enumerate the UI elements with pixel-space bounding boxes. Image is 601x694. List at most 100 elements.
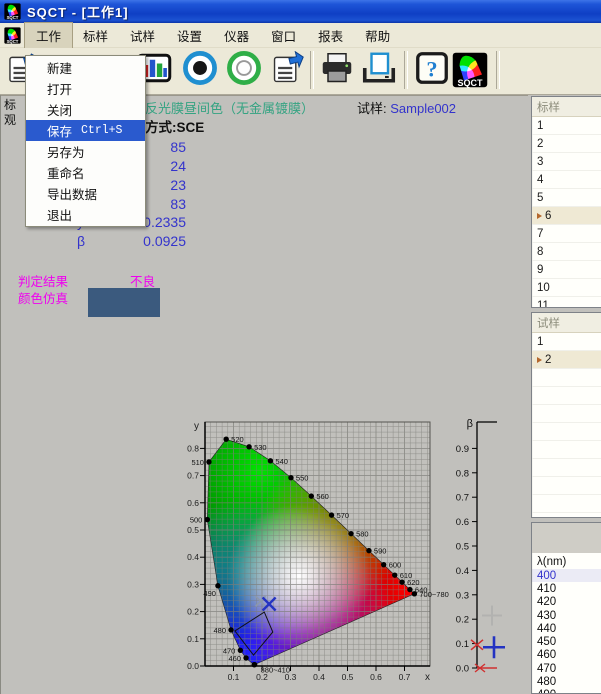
list-item[interactable]: 3 xyxy=(532,153,601,171)
color-simulation-swatch xyxy=(88,288,160,317)
child-window-icon[interactable]: SQCT xyxy=(4,27,21,44)
row-number: 1 xyxy=(537,120,543,132)
wavelength-row[interactable]: 440 xyxy=(532,622,601,635)
svg-text:0.3: 0.3 xyxy=(187,579,199,589)
empty-row xyxy=(532,369,601,387)
print-preview-button[interactable] xyxy=(358,49,400,91)
wavelength-header: λ(nm) xyxy=(532,556,601,568)
empty-row xyxy=(532,495,601,513)
standard-sample-list[interactable]: 标样1234567891011 xyxy=(531,96,601,308)
svg-text:SQCT: SQCT xyxy=(7,38,19,43)
list-item[interactable]: 1 xyxy=(532,333,601,351)
svg-text:0.1: 0.1 xyxy=(456,639,469,650)
svg-text:0.6: 0.6 xyxy=(370,672,382,682)
file-menu-item-0[interactable]: 新建 xyxy=(26,57,145,78)
menubar: SQCT 工作标样试样设置仪器窗口报表帮助 xyxy=(0,23,601,48)
menu-item-7[interactable]: 帮助 xyxy=(354,23,401,48)
wavelength-row[interactable]: 430 xyxy=(532,609,601,622)
toolbar-separator xyxy=(310,51,314,89)
svg-text:480: 480 xyxy=(214,626,227,635)
svg-text:0.7: 0.7 xyxy=(399,672,411,682)
svg-text:0.7: 0.7 xyxy=(456,493,469,504)
file-menu-item-label: 重命名 xyxy=(47,163,85,182)
menu-item-2[interactable]: 试样 xyxy=(119,23,166,48)
list-item[interactable]: 8 xyxy=(532,243,601,261)
list-item[interactable]: 7 xyxy=(532,225,601,243)
content-left-edge xyxy=(0,95,3,694)
svg-text:550: 550 xyxy=(296,474,309,483)
trial-sample-list[interactable]: 试样12 xyxy=(531,312,601,518)
svg-text:500: 500 xyxy=(190,516,203,525)
list-item[interactable]: 9 xyxy=(532,261,601,279)
measure-sample-button[interactable] xyxy=(223,49,265,91)
svg-text:520: 520 xyxy=(231,435,244,444)
print-button[interactable] xyxy=(316,49,358,91)
svg-text:510: 510 xyxy=(191,458,204,467)
chromaticity-svg: 0.00.10.20.30.40.50.60.70.80.10.20.30.40… xyxy=(185,410,530,694)
wavelength-row[interactable]: 460 xyxy=(532,649,601,662)
report-export-button[interactable] xyxy=(267,49,309,91)
list-item[interactable]: 11 xyxy=(532,297,601,308)
wavelength-row[interactable]: 450 xyxy=(532,635,601,648)
row-number: 8 xyxy=(537,246,543,258)
file-menu-item-7[interactable]: 退出 xyxy=(26,204,145,225)
svg-text:590: 590 xyxy=(374,547,387,556)
help-button[interactable]: ? xyxy=(411,49,453,91)
wavelength-row[interactable]: 410 xyxy=(532,582,601,595)
wavelength-list[interactable]: λ(nm)400410420430440450460470480490 xyxy=(531,522,601,694)
wavelength-panel-top xyxy=(532,523,601,553)
svg-text:560: 560 xyxy=(316,492,329,501)
svg-text:SQCT: SQCT xyxy=(457,78,483,88)
sqct-logo-button[interactable]: SQCT xyxy=(449,49,491,91)
menu-item-4[interactable]: 仪器 xyxy=(213,23,260,48)
svg-text:0.1: 0.1 xyxy=(187,634,199,644)
file-menu-item-label: 保存 xyxy=(47,121,72,140)
wavelength-row[interactable]: 420 xyxy=(532,596,601,609)
row-number: 4 xyxy=(537,174,543,186)
file-menu-item-6[interactable]: 导出数据 xyxy=(26,183,145,204)
list-item[interactable]: 10 xyxy=(532,279,601,297)
color-simulation-label: 颜色仿真 xyxy=(18,288,68,307)
empty-row xyxy=(532,405,601,423)
toolbar-separator xyxy=(496,51,500,89)
file-menu-item-3[interactable]: 保存Ctrl+S xyxy=(26,120,145,141)
measure-mode-label: 方式:SCE xyxy=(145,116,204,136)
panel-header: 试样 xyxy=(532,313,601,333)
wavelength-row[interactable]: 490 xyxy=(532,689,601,694)
chromaticity-chart: 0.00.10.20.30.40.50.60.70.80.10.20.30.40… xyxy=(185,410,530,694)
list-item[interactable]: 2 xyxy=(532,351,601,369)
menu-file[interactable]: 工作 xyxy=(25,23,72,48)
svg-text:0.4: 0.4 xyxy=(313,672,325,682)
question-mark-icon: ? xyxy=(414,50,450,91)
list-item[interactable]: 4 xyxy=(532,171,601,189)
file-menu-item-4[interactable]: 另存为 xyxy=(26,141,145,162)
svg-text:0.0: 0.0 xyxy=(187,661,199,671)
svg-text:0.1: 0.1 xyxy=(228,672,240,682)
svg-text:0.5: 0.5 xyxy=(456,542,469,553)
svg-text:0.2: 0.2 xyxy=(456,615,469,626)
file-menu-item-5[interactable]: 重命名 xyxy=(26,162,145,183)
menu-item-3[interactable]: 设置 xyxy=(166,23,213,48)
menu-item-5[interactable]: 窗口 xyxy=(260,23,307,48)
wavelength-row[interactable]: 470 xyxy=(532,662,601,675)
titlebar[interactable]: SQCT SQCT - [工作1] xyxy=(0,0,601,23)
svg-text:580: 580 xyxy=(356,530,369,539)
wavelength-row[interactable]: 480 xyxy=(532,675,601,688)
svg-text:600: 600 xyxy=(389,561,402,570)
list-item[interactable]: 6 xyxy=(532,207,601,225)
row-number: 9 xyxy=(537,264,543,276)
file-menu-item-label: 关闭 xyxy=(47,100,72,119)
wavelength-row[interactable]: 400 xyxy=(532,569,601,582)
list-item[interactable]: 1 xyxy=(532,117,601,135)
list-item[interactable]: 2 xyxy=(532,135,601,153)
file-menu-item-1[interactable]: 打开 xyxy=(26,78,145,99)
svg-text:530: 530 xyxy=(254,443,267,452)
menu-item-1[interactable]: 标样 xyxy=(72,23,119,48)
file-menu-item-2[interactable]: 关闭 xyxy=(26,99,145,120)
svg-text:0.0: 0.0 xyxy=(456,664,469,675)
list-item[interactable]: 5 xyxy=(532,189,601,207)
measure-standard-button[interactable] xyxy=(179,49,221,91)
svg-text:x: x xyxy=(425,672,430,683)
menu-item-6[interactable]: 报表 xyxy=(307,23,354,48)
svg-text:0.2: 0.2 xyxy=(187,607,199,617)
